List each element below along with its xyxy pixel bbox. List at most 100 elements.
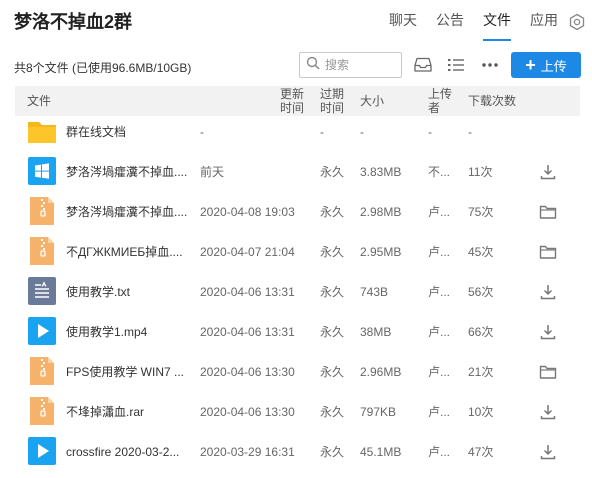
header-bar: 梦洛不掉血2群 聊天 公告 文件 应用 bbox=[0, 0, 592, 44]
download-icon[interactable] bbox=[538, 163, 558, 181]
download-icon[interactable] bbox=[538, 403, 558, 421]
file-expire-time: 永久 bbox=[320, 245, 345, 259]
file-download-count: 56次 bbox=[468, 285, 494, 299]
file-uploader: 卢... bbox=[428, 325, 451, 339]
download-icon[interactable] bbox=[538, 283, 558, 301]
file-row[interactable]: 梦洛涔堝癨瀵不掉血.... 2020-04-08 19:03 永久 2.98MB… bbox=[15, 192, 580, 232]
zip-file-icon bbox=[27, 396, 57, 426]
column-header-file[interactable]: 文件 bbox=[27, 94, 51, 108]
file-row[interactable]: 群在线文档 - - - - - bbox=[15, 112, 580, 152]
file-size: 743B bbox=[360, 285, 389, 299]
file-size: 797KB bbox=[360, 405, 397, 419]
file-expire-time: 永久 bbox=[320, 285, 345, 299]
file-name: 使用教学.txt bbox=[66, 285, 131, 299]
file-expire-time: 永久 bbox=[320, 165, 345, 179]
upload-button-label: 上传 bbox=[540, 58, 567, 74]
column-header-uploader[interactable]: 上传 者 bbox=[428, 87, 452, 115]
list-view-icon[interactable] bbox=[446, 56, 466, 74]
column-header-downloads[interactable]: 下载次数 bbox=[468, 94, 516, 108]
file-updated-time: - bbox=[200, 125, 204, 139]
folder-icon bbox=[27, 116, 57, 146]
more-options-icon[interactable] bbox=[480, 56, 500, 74]
column-header-updated[interactable]: 更新 时间 bbox=[280, 87, 304, 115]
file-uploader: 不... bbox=[428, 165, 451, 179]
tab-files[interactable]: 文件 bbox=[483, 0, 511, 44]
file-updated-time: 2020-04-06 13:31 bbox=[200, 325, 295, 339]
file-download-count: 11次 bbox=[468, 165, 493, 179]
video-file-icon bbox=[27, 316, 57, 346]
file-size: 45.1MB bbox=[360, 445, 402, 459]
file-download-count: - bbox=[468, 125, 472, 139]
file-uploader: 卢... bbox=[428, 405, 451, 419]
tab-bar: 聊天 公告 文件 应用 bbox=[370, 0, 586, 44]
column-header-size[interactable]: 大小 bbox=[360, 94, 384, 108]
open-folder-icon[interactable] bbox=[538, 243, 558, 261]
zip-file-icon bbox=[27, 356, 57, 386]
file-toolbar: 共8个文件 (已使用96.6MB/10GB) + 上传 bbox=[0, 46, 592, 86]
file-name: 不埄掉瀟血.rar bbox=[66, 405, 145, 419]
file-updated-time: 2020-04-06 13:31 bbox=[200, 285, 295, 299]
file-row[interactable]: 不ДГЖКМИЕБ掉血.... 2020-04-07 21:04 永久 2.95… bbox=[15, 232, 580, 272]
file-row[interactable]: crossfire 2020-03-2... 2020-03-29 16:31 … bbox=[15, 432, 580, 472]
file-expire-time: 永久 bbox=[320, 405, 345, 419]
file-download-count: 47次 bbox=[468, 445, 494, 459]
zip-file-icon bbox=[27, 236, 57, 266]
file-name: FPS使用教学 WIN7 ... bbox=[66, 365, 185, 379]
text-file-icon bbox=[27, 276, 57, 306]
tab-chat[interactable]: 聊天 bbox=[389, 0, 417, 44]
tab-apps[interactable]: 应用 bbox=[530, 0, 558, 44]
file-uploader: 卢... bbox=[428, 445, 451, 459]
file-download-count: 45次 bbox=[468, 245, 494, 259]
search-input[interactable] bbox=[325, 58, 397, 72]
file-name: crossfire 2020-03-2... bbox=[66, 445, 180, 459]
upload-button[interactable]: + 上传 bbox=[511, 52, 581, 78]
file-expire-time: 永久 bbox=[320, 365, 345, 379]
file-updated-time: 2020-04-06 13:30 bbox=[200, 405, 295, 419]
file-expire-time: - bbox=[320, 125, 324, 139]
column-header-updated-line1: 更新 bbox=[280, 87, 305, 101]
file-updated-time: 2020-04-06 13:30 bbox=[200, 365, 295, 379]
download-icon[interactable] bbox=[538, 443, 558, 461]
search-box[interactable] bbox=[299, 52, 402, 78]
file-name: 群在线文档 bbox=[66, 125, 127, 139]
file-size: 3.83MB bbox=[360, 165, 402, 179]
file-download-count: 66次 bbox=[468, 325, 494, 339]
windows-file-icon bbox=[27, 156, 57, 186]
file-updated-time: 2020-03-29 16:31 bbox=[200, 445, 295, 459]
tab-announcement[interactable]: 公告 bbox=[436, 0, 464, 44]
file-uploader: 卢... bbox=[428, 365, 451, 379]
file-size: 2.96MB bbox=[360, 365, 402, 379]
file-updated-time: 2020-04-07 21:04 bbox=[200, 245, 295, 259]
file-row[interactable]: 梦洛涔堝癨瀵不掉血.... 前天 永久 3.83MB 不... 11次 bbox=[15, 152, 580, 192]
zip-file-icon bbox=[27, 196, 57, 226]
file-name: 不ДГЖКМИЕБ掉血.... bbox=[66, 245, 183, 259]
file-row[interactable]: 使用教学.txt 2020-04-06 13:31 永久 743B 卢... 5… bbox=[15, 272, 580, 312]
plus-icon: + bbox=[525, 55, 536, 75]
column-header-uploader-line1: 上传 bbox=[428, 87, 453, 101]
file-row[interactable]: 不埄掉瀟血.rar 2020-04-06 13:30 永久 797KB 卢...… bbox=[15, 392, 580, 432]
file-row[interactable]: 使用教学1.mp4 2020-04-06 13:31 永久 38MB 卢... … bbox=[15, 312, 580, 352]
file-updated-time: 前天 bbox=[200, 165, 225, 179]
file-uploader: 卢... bbox=[428, 205, 451, 219]
file-size: - bbox=[360, 125, 364, 139]
file-name: 使用教学1.mp4 bbox=[66, 325, 148, 339]
file-name: 梦洛涔堝癨瀵不掉血.... bbox=[66, 205, 188, 219]
download-icon[interactable] bbox=[538, 323, 558, 341]
file-name: 梦洛涔堝癨瀵不掉血.... bbox=[66, 165, 188, 179]
column-header-expire[interactable]: 过期 时间 bbox=[320, 87, 344, 115]
open-folder-icon[interactable] bbox=[538, 363, 558, 381]
column-header-expire-line1: 过期 bbox=[320, 87, 345, 101]
inbox-icon[interactable] bbox=[413, 56, 433, 74]
file-summary: 共8个文件 (已使用96.6MB/10GB) bbox=[14, 61, 192, 75]
settings-hexagon-icon[interactable] bbox=[568, 13, 586, 31]
group-title: 梦洛不掉血2群 bbox=[14, 12, 133, 32]
video-file-icon bbox=[27, 436, 57, 466]
open-folder-icon[interactable] bbox=[538, 203, 558, 221]
file-size: 38MB bbox=[360, 325, 392, 339]
file-download-count: 21次 bbox=[468, 365, 494, 379]
file-expire-time: 永久 bbox=[320, 325, 345, 339]
file-row[interactable]: FPS使用教学 WIN7 ... 2020-04-06 13:30 永久 2.9… bbox=[15, 352, 580, 392]
file-uploader: 卢... bbox=[428, 285, 451, 299]
file-expire-time: 永久 bbox=[320, 445, 345, 459]
file-download-count: 75次 bbox=[468, 205, 494, 219]
